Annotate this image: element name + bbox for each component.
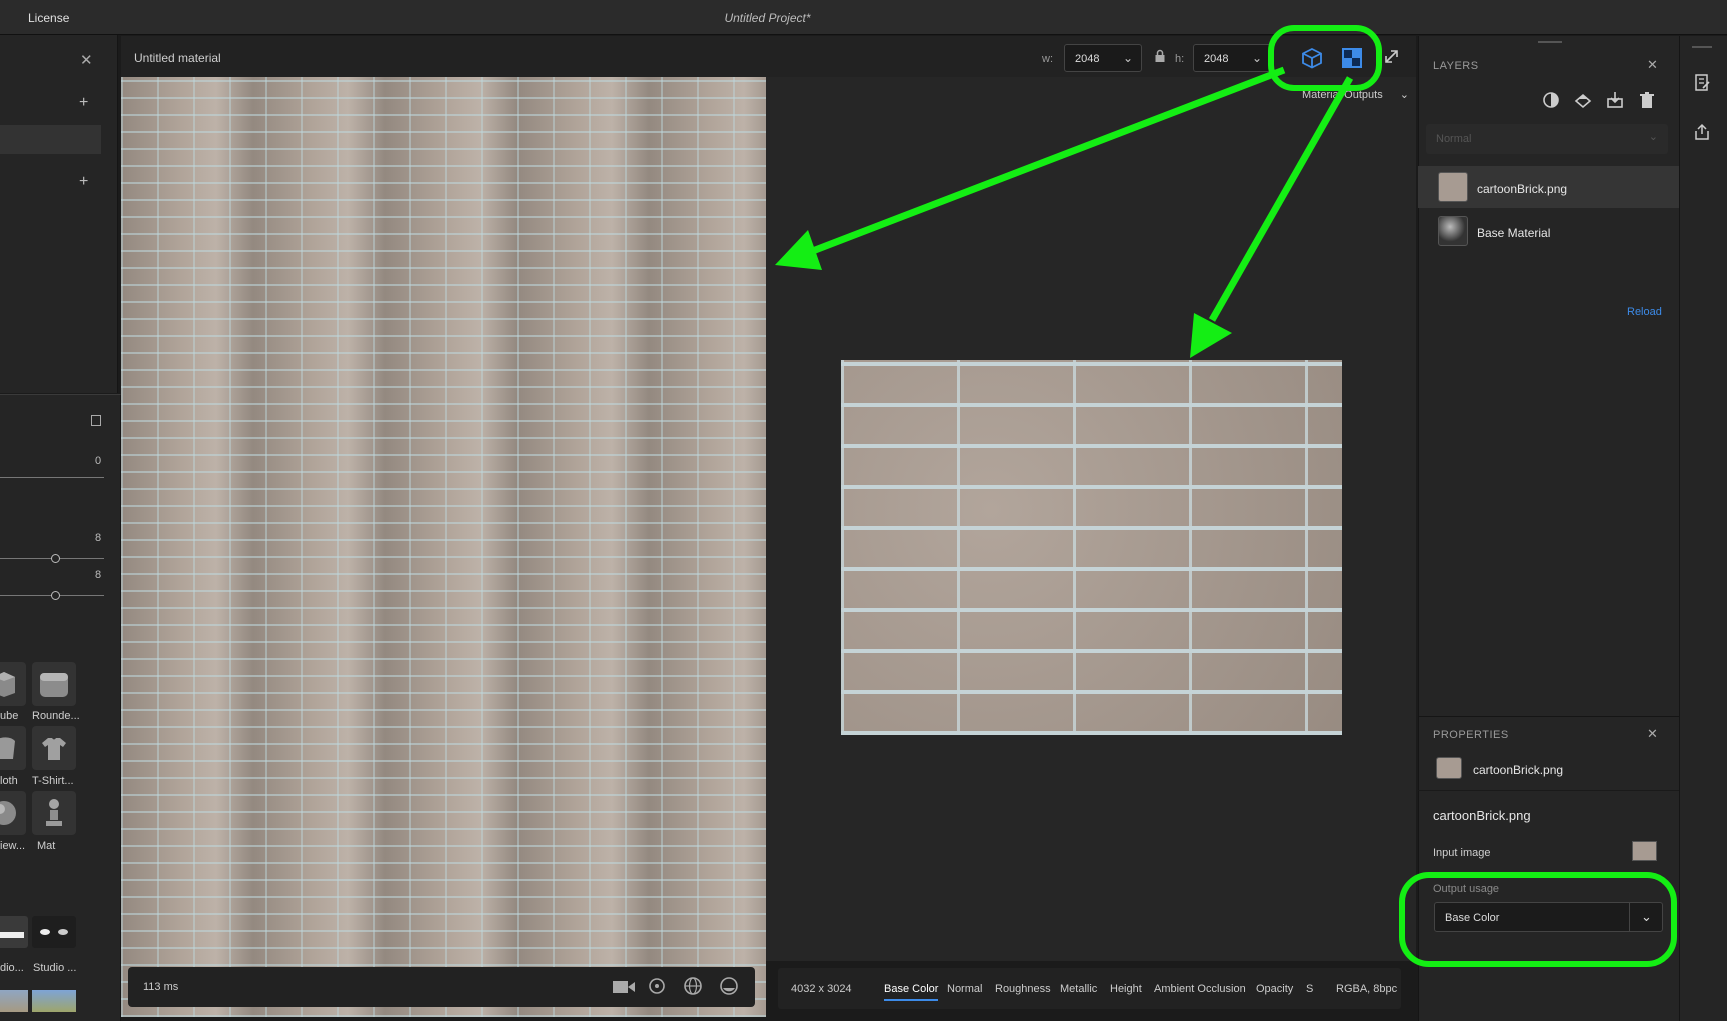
annotation-arrowhead [1190, 313, 1232, 358]
annotation-arrows [775, 66, 1354, 358]
app-window: License Untitled Project* ✕ + + 0 8 8 ub… [0, 0, 1727, 1021]
annotation-arrowhead [775, 230, 822, 270]
annotation-arrow [1208, 76, 1354, 322]
annotation-arrow [808, 66, 1286, 256]
